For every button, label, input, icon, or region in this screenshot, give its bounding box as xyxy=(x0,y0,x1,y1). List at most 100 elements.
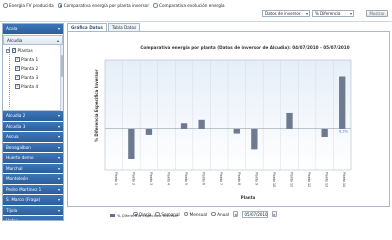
collapse-icon[interactable]: − xyxy=(6,48,10,53)
bar xyxy=(128,128,135,159)
chevron-down-icon: ▾ xyxy=(57,165,60,171)
sidebar-item-label: Tíjola xyxy=(6,207,18,213)
sidebar-item-alcudia-2[interactable]: Alcudia 2 ▾ xyxy=(3,111,63,122)
show-button[interactable]: Mostrar xyxy=(366,10,388,17)
checkbox[interactable] xyxy=(15,57,20,62)
radio-semanal[interactable]: Semanal xyxy=(155,211,180,217)
radio-indicator xyxy=(133,211,138,217)
checkbox[interactable] xyxy=(11,48,16,53)
radio-indicator xyxy=(153,3,158,8)
sidebar-item-s-marco-fraga[interactable]: S. Marco (Fraga) ▾ xyxy=(3,195,63,206)
sidebar-item-label: Marchal xyxy=(6,165,23,171)
tree-item-label: Planta 3 xyxy=(21,75,39,80)
tree-item-planta-3[interactable]: Planta 3 xyxy=(15,75,38,80)
radio-mensual[interactable]: Mensual xyxy=(183,211,208,217)
bar xyxy=(198,119,205,129)
chevron-up-icon: ▴ xyxy=(56,37,59,43)
x-tick-label: Planta 5 xyxy=(184,172,188,185)
x-tick-label: Planta 3 xyxy=(149,172,153,185)
sidebar-item-label: Urdax xyxy=(6,218,19,221)
sidebar-item-benagalbon[interactable]: Benagalbon ▾ xyxy=(3,142,63,153)
sidebar-item-label: Alcudia 3 xyxy=(6,123,26,129)
bar xyxy=(145,128,153,135)
sidebar-item-label: Pedro Martínez 1 xyxy=(6,186,42,192)
tree-connector xyxy=(9,47,10,107)
x-tick-label: Planta 8 xyxy=(237,172,241,185)
period-bar: Diaria Semanal Mensual Anual ◂ 05/07/201… xyxy=(133,210,277,218)
tree-scrollbar[interactable] xyxy=(60,45,63,111)
report-type-radios: Energía FV producida Comparativa energía… xyxy=(3,2,225,9)
x-tick-label: Planta 13 xyxy=(325,172,329,187)
x-tick-label: Planta 11 xyxy=(290,172,294,187)
chevron-down-icon: ▾ xyxy=(57,197,60,202)
radio-label: Semanal xyxy=(161,211,180,217)
source-select[interactable]: Datos de inversor ▾ xyxy=(262,10,310,17)
chevron-down-icon: ▾ xyxy=(57,186,60,192)
radio-comparativa-planta[interactable]: Comparativa energía por planta inversor xyxy=(57,3,150,8)
x-tick-label: Planta 6 xyxy=(202,172,206,185)
checkbox[interactable] xyxy=(15,84,20,89)
sidebar-item-t-jola[interactable]: Tíjola ▾ xyxy=(3,205,63,216)
legend-swatch xyxy=(110,214,115,217)
scrollbar-thumb[interactable] xyxy=(61,55,63,77)
tab-grafica-datos[interactable]: Gráfica Datos xyxy=(67,23,107,31)
tree-item-planta-4[interactable]: Planta 4 xyxy=(15,84,38,89)
top-toolbar: Energía FV producida Comparativa energía… xyxy=(0,0,392,22)
chevron-down-icon: ▾ xyxy=(57,113,60,118)
x-tick-label: Planta 1 xyxy=(114,172,118,185)
radio-anual[interactable]: Anual xyxy=(211,212,229,217)
x-tick-label: Planta 14 xyxy=(342,172,346,187)
previous-arrow-icon[interactable]: ◂ xyxy=(233,211,238,217)
x-tick-label: Planta 10 xyxy=(272,172,276,187)
checkbox[interactable] xyxy=(15,75,20,80)
bar xyxy=(180,123,188,129)
radio-diaria[interactable]: Diaria xyxy=(133,212,151,217)
chevron-down-icon: ▾ xyxy=(305,11,308,16)
sidebar-item-alcudia-3[interactable]: Alcudia 3 ▾ xyxy=(3,121,63,132)
bar xyxy=(321,128,328,137)
radio-label: Comparativa energía por planta inversor xyxy=(63,3,150,8)
sidebar-item-urdax[interactable]: Urdax ▾ xyxy=(3,216,63,221)
sidebar-item-ascua[interactable]: Ascua ▾ xyxy=(3,132,63,143)
sidebar-item-acala[interactable]: Acala ▾ xyxy=(3,24,63,35)
checkbox[interactable] xyxy=(15,66,20,71)
tree-item-label: Planta 2 xyxy=(21,66,39,71)
y-axis-label: % Diferencia Especifica Inversor xyxy=(94,69,99,142)
sidebar-item-marchal[interactable]: Marchal ▾ xyxy=(3,163,63,174)
chevron-down-icon: ▾ xyxy=(57,26,60,31)
sidebar-item-alcudia[interactable]: Alcudia ▴ xyxy=(3,34,63,45)
tree-item-planta-2[interactable]: Planta 2 xyxy=(15,66,38,71)
x-axis-label: Planta xyxy=(240,195,256,200)
metric-select[interactable]: % Diferencia ▾ xyxy=(312,10,354,17)
radio-label: Mensual xyxy=(189,211,208,217)
tree-item-planta-1[interactable]: Planta 1 xyxy=(15,57,38,62)
sidebar-item-pedro-mart-nez-1[interactable]: Pedro Martínez 1 ▾ xyxy=(3,184,63,195)
tree-group-label: Plantas xyxy=(17,48,33,53)
radio-indicator xyxy=(3,3,8,8)
sidebar-item-label: Monteleón xyxy=(6,176,29,181)
sidebar-item-label: Huerto demo xyxy=(6,155,34,160)
radio-indicator xyxy=(57,3,63,8)
chevron-down-icon: ▾ xyxy=(57,218,60,221)
sidebar-item-label: Benagalbon xyxy=(6,144,31,150)
x-tick-label: Planta 9 xyxy=(254,172,258,185)
radio-energia-fv[interactable]: Energía FV producida xyxy=(3,3,54,8)
chevron-down-icon: ▾ xyxy=(57,155,60,160)
sidebar-item-montele-n[interactable]: Monteleón ▾ xyxy=(3,174,63,185)
source-select-value: Datos de inversor xyxy=(265,11,301,16)
radio-label: Energía FV producida xyxy=(9,3,54,8)
x-tick-label: Planta 4 xyxy=(167,172,171,185)
date-input[interactable]: 05/07/2010 xyxy=(242,210,268,218)
sidebar-item-label: Acala xyxy=(6,26,18,31)
tree-group-plantas[interactable]: − Plantas xyxy=(6,48,33,53)
tree-item-label: Planta 1 xyxy=(21,57,39,62)
sidebar-item-huerto-demo[interactable]: Huerto demo ▾ xyxy=(3,153,63,164)
chevron-down-icon: ▾ xyxy=(349,11,352,16)
metric-select-value: % Diferencia xyxy=(315,11,341,16)
tab-bar: Gráfica Datos Tabla Datos xyxy=(67,23,141,31)
next-arrow-icon[interactable]: ▸ xyxy=(272,211,277,217)
tab-tabla-datos[interactable]: Tabla Datos xyxy=(107,23,141,31)
tree-item-label: Planta 4 xyxy=(21,84,39,89)
radio-comparativa-evolucion[interactable]: Comparativa evolución energía xyxy=(153,3,225,8)
chevron-down-icon: ▾ xyxy=(57,123,60,129)
